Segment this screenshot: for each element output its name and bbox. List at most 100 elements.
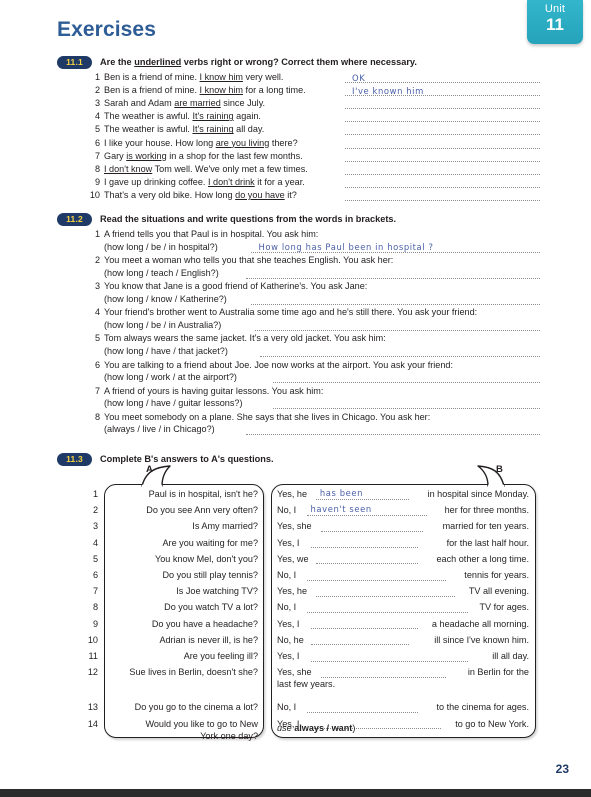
answer-tail: each other a long time. [436, 553, 529, 564]
answer-rule[interactable] [345, 199, 540, 201]
item-number: 2 [94, 255, 100, 266]
answer-tail: married for ten years. [442, 521, 529, 532]
answer-tail: ill all day. [492, 651, 529, 661]
instr-part-b: verbs right or wrong? Correct them where… [181, 57, 417, 67]
answer-rule[interactable] [345, 134, 540, 136]
answer-rule[interactable] [315, 595, 455, 597]
answer-rule[interactable] [311, 547, 419, 549]
item-number: 8 [94, 163, 100, 174]
question-text: Is Amy married? [192, 521, 258, 532]
item-number: 6 [94, 137, 100, 148]
answer-rule[interactable] [273, 408, 540, 410]
exercise-11-2-situation: 1 A friend tells you that Paul is in hosp… [95, 229, 319, 239]
prompt-brackets: (always / live / in Chicago?) [104, 424, 215, 435]
item-underlined-verb: are married [174, 98, 221, 109]
item-number: 3 [94, 98, 100, 109]
answer-rule[interactable] [315, 498, 410, 500]
item-text-pre: That's a very old bike. How long [104, 189, 236, 200]
speech-bubble-b-tail [477, 465, 505, 487]
answer-rule[interactable] [311, 628, 419, 630]
answer-rule[interactable] [345, 160, 540, 162]
item-text-post: Tom well. We've only met a few times. [152, 163, 308, 174]
prompt-brackets: (how long / be / in hospital?) [104, 241, 218, 252]
handwritten-answer: How long has Paul been in hospital ? [258, 241, 434, 252]
item-underlined-verb: I don't drink [207, 176, 255, 187]
answer-rule[interactable] [273, 382, 540, 383]
row-number: 14 [87, 718, 98, 729]
answer-rule[interactable] [306, 611, 469, 613]
situation-text: A friend tells you that Paul is in hospi… [104, 229, 319, 239]
exercise-11-1-item: 6 I like your house. How long are you liv… [95, 137, 298, 148]
question-text: Would you like to go to New [145, 718, 258, 729]
handwritten-answer: OK [352, 72, 366, 83]
unit-tab: Unit 11 [527, 0, 583, 44]
row-number: 9 [92, 618, 98, 629]
item-text-pre: I like your house. How long [104, 137, 216, 148]
answer-rule[interactable] [250, 251, 540, 253]
answer-rule[interactable] [320, 676, 446, 678]
answer-tail: to the cinema for ages. [436, 702, 529, 713]
answer-tail: in Berlin for the [467, 667, 529, 678]
row-number: 10 [87, 634, 98, 645]
row-number: 8 [92, 602, 98, 613]
question-wrap-line: York one day? [200, 730, 258, 741]
answer-rule[interactable] [259, 355, 540, 357]
unit-tab-number: 11 [546, 15, 564, 34]
answer-tail: for the last half hour. [446, 537, 529, 548]
handwritten-answer: has been [319, 487, 364, 498]
answer-rule[interactable] [306, 711, 419, 713]
page-number: 23 [555, 762, 569, 776]
answer-rule[interactable] [345, 147, 540, 149]
item-text-post: very well. [243, 72, 284, 82]
exercise-11-2-situation: 6 You are talking to a friend about Joe. … [95, 359, 453, 370]
item-number: 1 [94, 229, 100, 239]
answer-rule[interactable] [255, 329, 540, 331]
item-text-pre: I gave up drinking coffee. [104, 176, 208, 187]
exercise-11-1-item: 8 I don't know Tom well. We've only met a… [95, 163, 308, 174]
answer-rule[interactable] [311, 660, 469, 662]
item-number: 7 [94, 385, 100, 396]
item-underlined-verb: is working [126, 150, 167, 161]
prompt-brackets: (how long / have / that jacket?) [104, 345, 228, 356]
item-text-pre: Ben is a friend of mine. [104, 85, 200, 96]
row-number: 7 [92, 586, 98, 597]
answer-rule[interactable] [306, 514, 428, 516]
item-number: 6 [94, 359, 100, 370]
answer-rule[interactable] [315, 563, 419, 565]
answer-rule[interactable] [245, 434, 540, 436]
answer-rule[interactable] [320, 530, 423, 532]
answer-rule[interactable] [306, 579, 446, 581]
question-text: Paul is in hospital, isn't he? [148, 489, 258, 499]
answer-rule[interactable] [245, 277, 540, 279]
situation-text: You know that Jane is a good friend of K… [104, 281, 368, 292]
item-text-pre: Sarah and Adam [104, 98, 175, 109]
situation-text: You meet a woman who tells you that she … [104, 255, 394, 266]
prompt-brackets: (how long / have / guitar lessons?) [104, 398, 243, 409]
question-text: Adrian is never ill, is he? [159, 634, 258, 645]
item-text-post: since July. [220, 98, 266, 109]
answer-rule[interactable] [250, 303, 540, 305]
instr-underlined-word: underlined [134, 57, 182, 67]
situation-text: You are talking to a friend about Joe. J… [104, 359, 453, 370]
item-underlined-verb: are you living [215, 137, 270, 148]
exercise-11-2-situation: 7 A friend of yours is having guitar less… [95, 385, 324, 396]
answer-rule[interactable] [345, 82, 540, 83]
exercise-11-1-item: 1 Ben is a friend of mine. I know him ver… [95, 72, 284, 82]
situation-text: Your friend's brother went to Australia … [104, 307, 478, 318]
item-text-post: it for a year. [254, 176, 305, 187]
answer-tail: TV all evening. [468, 586, 529, 597]
answer-rule[interactable] [345, 173, 540, 175]
page-title: Exercises [57, 18, 156, 41]
situation-text: A friend of yours is having guitar lesso… [104, 385, 324, 396]
item-text-pre: The weather is awful. [104, 111, 193, 122]
situation-text: Tom always wears the same jacket. It's a… [104, 333, 386, 344]
exercise-instruction-11-1: Are the underlined verbs right or wrong?… [100, 57, 417, 67]
answer-rule[interactable] [345, 108, 540, 110]
answer-rule[interactable] [345, 121, 540, 123]
answer-rule[interactable] [345, 186, 540, 188]
page-bottom-bar [0, 789, 591, 797]
answer-tail: tennis for years. [464, 570, 529, 580]
question-text: Are you waiting for me? [162, 537, 258, 548]
textbook-page: Unit 11 Exercises 11.1 Are the underline… [0, 0, 591, 797]
answer-rule[interactable] [311, 644, 410, 646]
